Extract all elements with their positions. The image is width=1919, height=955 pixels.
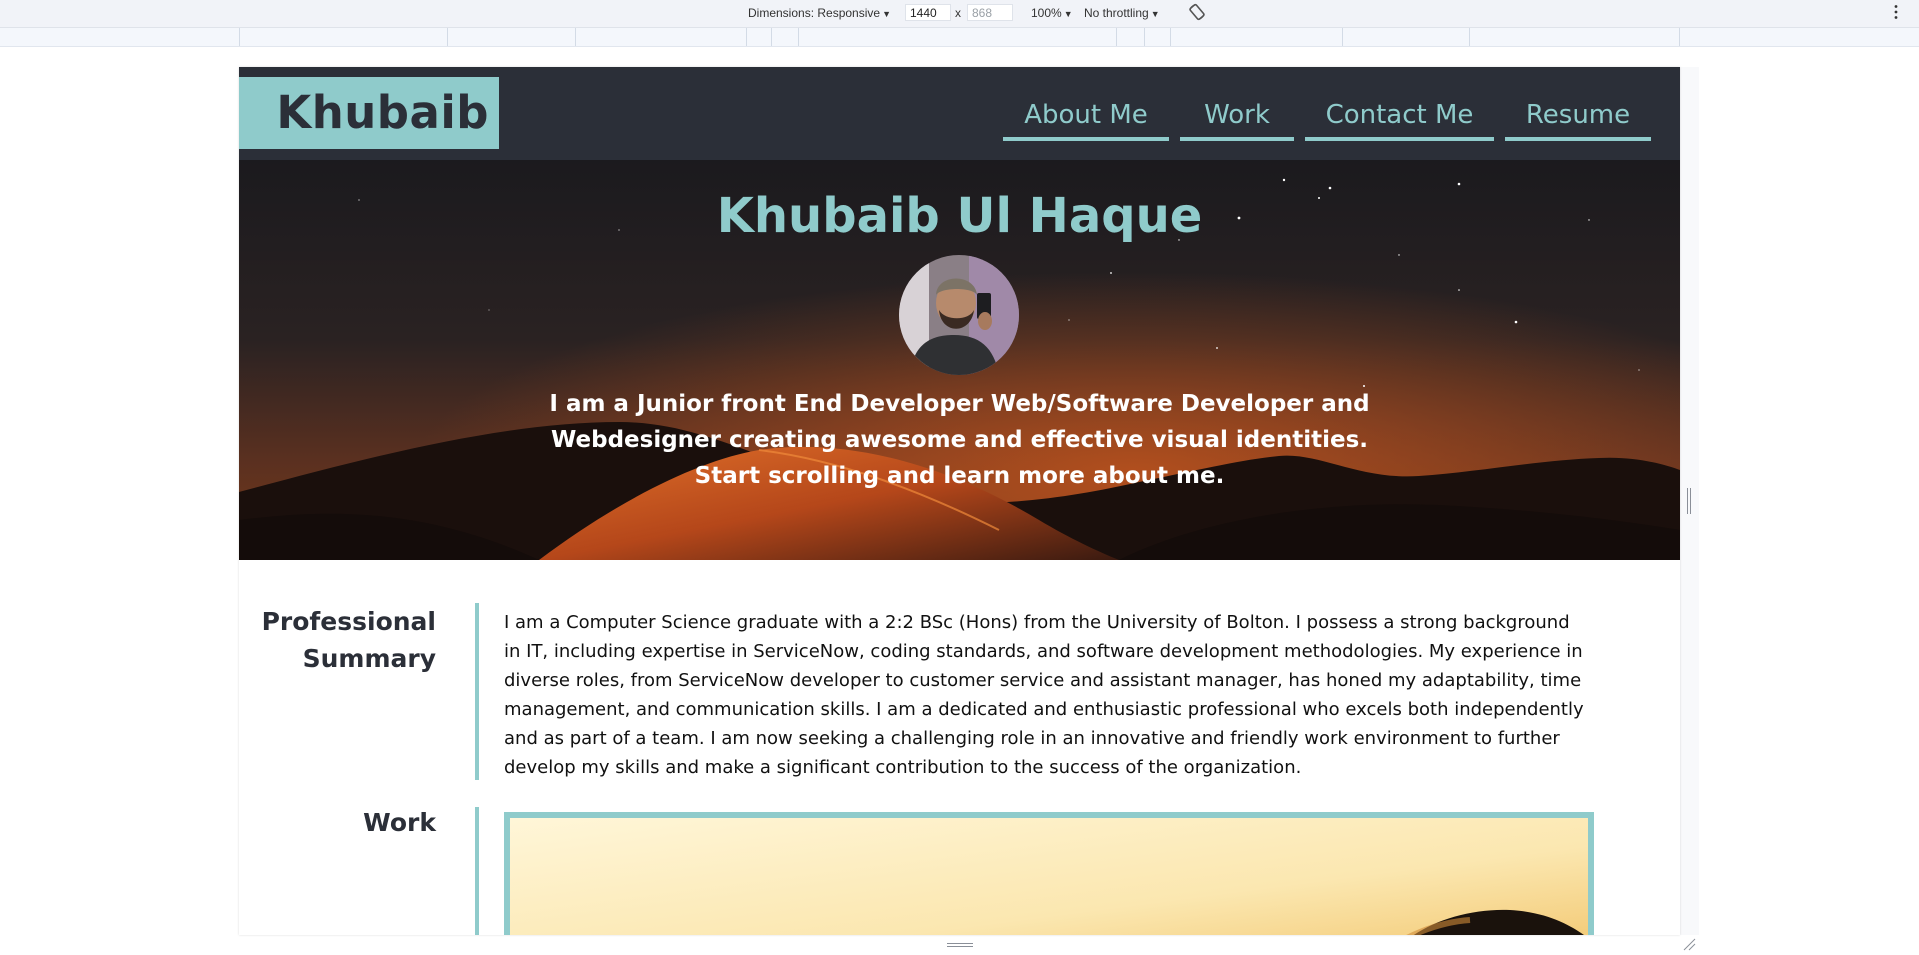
site-header: Khubaib About Me Work Contact Me Resume — [239, 67, 1680, 160]
resize-handle-icon[interactable] — [947, 942, 973, 948]
professional-summary-heading: Professional Summary — [261, 607, 436, 673]
caret-down-icon: ▼ — [1150, 9, 1160, 19]
viewport-width-input[interactable]: 1440 — [905, 4, 951, 21]
dimension-separator: x — [955, 6, 961, 20]
resize-handle-icon[interactable] — [1683, 938, 1696, 951]
resize-handle-icon[interactable] — [1686, 488, 1692, 514]
dimensions-dropdown[interactable]: Dimensions: Responsive ▼ — [748, 6, 891, 20]
hero-title: Khubaib Ul Haque — [716, 188, 1203, 244]
throttling-label: No throttling — [1084, 6, 1149, 20]
nav-link-about-me[interactable]: About Me — [1003, 95, 1169, 141]
zoom-label: 100% — [1031, 6, 1062, 20]
dimensions-label: Dimensions: Responsive — [748, 6, 881, 20]
profile-avatar — [899, 255, 1019, 375]
caret-down-icon: ▼ — [1063, 9, 1073, 19]
rotate-icon[interactable] — [1187, 2, 1207, 22]
caret-down-icon: ▼ — [882, 9, 891, 19]
section-divider — [475, 603, 479, 780]
emulated-viewport: Khubaib About Me Work Contact Me Resume — [239, 67, 1680, 935]
more-options-icon[interactable] — [1893, 4, 1899, 20]
section-divider — [475, 807, 479, 935]
work-project-image[interactable] — [504, 812, 1594, 935]
professional-summary-text: I am a Computer Science graduate with a … — [504, 612, 1584, 778]
nav-link-work[interactable]: Work — [1180, 95, 1294, 141]
hero-tagline: I am a Junior front End Developer Web/So… — [549, 391, 1370, 489]
main-nav: About Me Work Contact Me Resume — [239, 95, 1680, 145]
nav-link-contact-me[interactable]: Contact Me — [1305, 95, 1494, 141]
hero-section: Khubaib Ul Haque I am a Junior front End… — [239, 160, 1680, 560]
zoom-dropdown[interactable]: 100% ▼ — [1031, 6, 1073, 20]
media-query-bar[interactable] — [0, 28, 1919, 47]
devtools-device-toolbar: Dimensions: Responsive ▼ 1440 x 868 100% ▼… — [0, 0, 1919, 28]
viewport-height-input[interactable]: 868 — [967, 4, 1013, 21]
throttling-dropdown[interactable]: No throttling ▼ — [1084, 6, 1160, 20]
nav-link-resume[interactable]: Resume — [1505, 95, 1651, 141]
work-heading: Work — [363, 808, 436, 837]
